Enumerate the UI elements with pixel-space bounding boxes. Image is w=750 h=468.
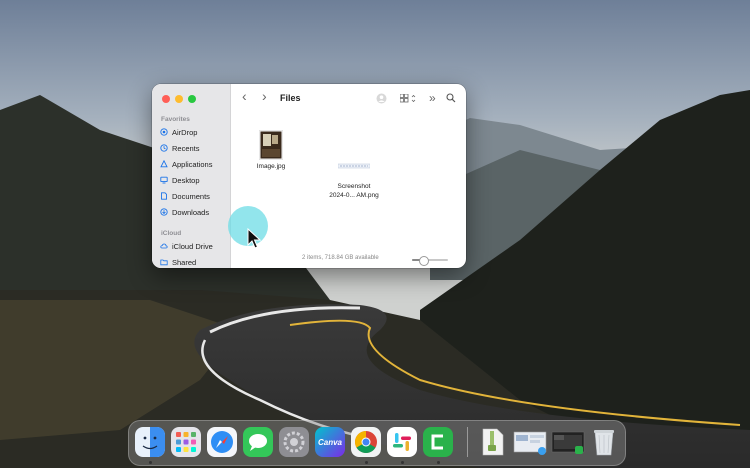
file-item-image[interactable]: Image.jpg [246,130,296,170]
icon-size-slider[interactable] [412,256,448,266]
launchpad-icon[interactable] [171,427,201,457]
search-icon[interactable] [446,93,456,103]
screen-thumbnail-icon[interactable] [551,427,585,457]
sidebar-item-label: iCloud Drive [172,241,213,251]
cloud-icon [160,243,168,249]
sidebar-item-downloads[interactable]: Downloads [160,206,209,218]
sidebar-section-favorites: Favorites [161,116,190,123]
shared-folder-icon [160,259,168,266]
zoom-button[interactable] [188,95,196,103]
sidebar-item-applications[interactable]: Applications [160,158,212,170]
airdrop-icon [160,128,168,136]
close-button[interactable] [162,95,170,103]
messages-icon[interactable] [243,427,273,457]
forward-button[interactable]: › [262,89,267,103]
status-text: 2 items, 718.84 GB available [302,255,379,261]
sidebar-item-label: AirDrop [172,127,198,137]
desktop-icon [160,176,168,184]
file-name: Image.jpg [256,163,286,170]
sidebar-item-label: Applications [172,159,213,169]
file-grid: Image.jpg Screenshot 2024-0... AM.png [230,114,466,268]
safari-icon[interactable] [207,427,237,457]
view-options-icon[interactable] [400,94,418,103]
window-title: Files [280,93,301,103]
sidebar-item-label: Downloads [172,207,210,217]
sidebar-item-label: Desktop [172,175,200,185]
sidebar-item-airdrop[interactable]: AirDrop [160,126,197,138]
canva-icon[interactable]: Canva [315,427,345,457]
trash-icon[interactable] [589,427,619,457]
sidebar-item-label: Recents [172,143,200,153]
file-item-screenshot[interactable]: Screenshot 2024-0... AM.png [324,162,384,199]
chrome-icon[interactable] [351,427,381,457]
clock-icon [160,144,168,152]
sidebar-item-desktop[interactable]: Desktop [160,174,200,186]
sidebar-item-documents[interactable]: Documents [160,190,210,202]
camtasia-icon[interactable] [423,427,453,457]
running-indicator [437,461,440,464]
sidebar-section-icloud: iCloud [161,230,182,237]
finder-window: Favorites AirDrop Recents Applications D… [152,84,466,268]
back-button[interactable]: ‹ [242,89,247,103]
archive-icon[interactable] [477,427,507,457]
toolbar: ‹ › Files » [230,84,466,114]
running-indicator [149,461,152,464]
download-icon [160,208,168,216]
canva-label: Canva [317,437,342,447]
slider-knob[interactable] [418,256,429,266]
running-indicator [365,461,368,464]
image-thumbnail-icon [259,130,283,160]
file-name-line2: 2024-0... AM.png [329,192,379,199]
mouse-cursor-icon [247,228,261,249]
document-icon [161,192,167,200]
file-name-line1: Screenshot [337,183,371,190]
sidebar-item-label: Shared [172,257,197,267]
slack-icon[interactable] [387,427,417,457]
screen-thumbnail-icon[interactable] [513,427,547,457]
sidebar-item-recents[interactable]: Recents [160,142,200,154]
sidebar: Favorites AirDrop Recents Applications D… [152,84,231,268]
more-toolbar-button[interactable]: » [429,91,436,105]
share-user-icon[interactable] [376,93,387,104]
running-indicator [401,461,404,464]
applications-icon [160,160,168,168]
status-bar: 2 items, 718.84 GB available [230,250,466,268]
dock-divider [467,427,468,457]
window-controls [162,95,196,103]
sidebar-item-icloud-drive[interactable]: iCloud Drive [160,240,213,252]
dock: Canva [128,420,626,466]
sidebar-item-shared[interactable]: Shared [160,256,196,268]
finder-icon[interactable] [135,427,165,457]
system-settings-icon[interactable] [279,427,309,457]
screenshot-thumbnail-icon [338,163,370,169]
minimize-button[interactable] [175,95,183,103]
sidebar-item-label: Documents [172,191,210,201]
